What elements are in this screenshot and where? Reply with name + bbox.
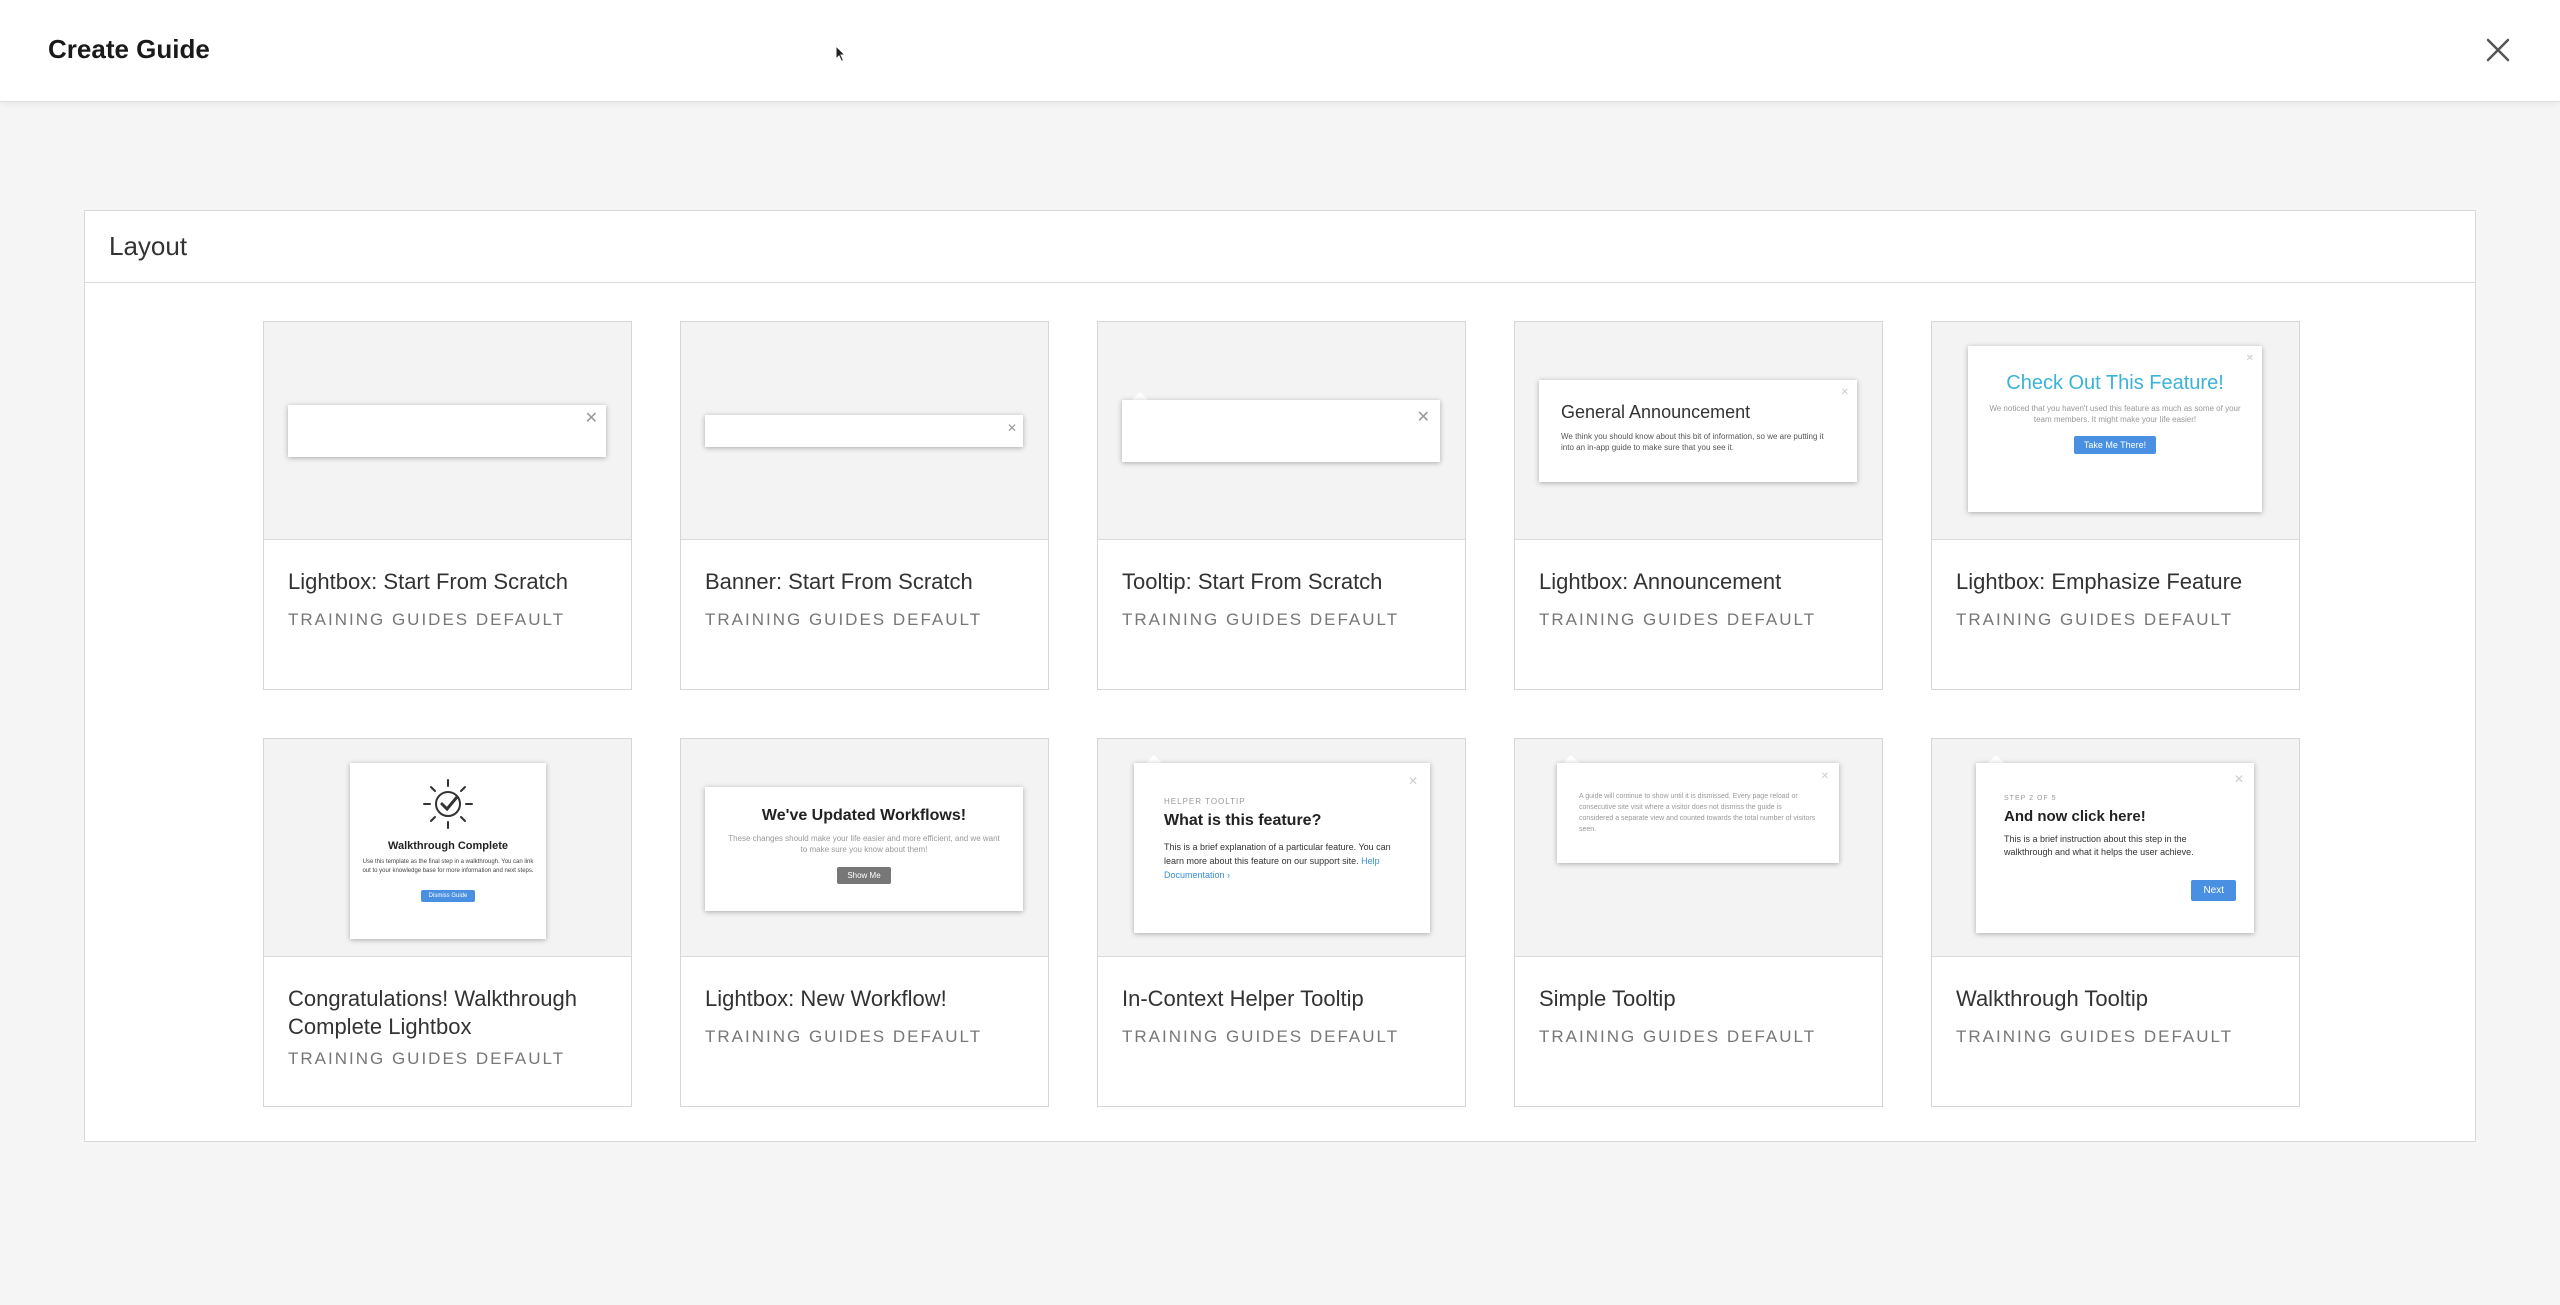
preview-eyebrow: STEP 2 OF 5 <box>2004 795 2057 802</box>
preview-body: We noticed that you haven't used this fe… <box>1989 404 2241 424</box>
top-header: Create Guide <box>0 0 2560 102</box>
preview-body: This is a brief instruction about this s… <box>2004 834 2194 857</box>
mouse-cursor-icon <box>835 45 847 63</box>
preview-title: We've Updated Workflows! <box>761 807 967 824</box>
card-title: Tooltip: Start From Scratch <box>1122 569 1383 594</box>
preview-title: General Announcement <box>1561 402 1751 422</box>
preview-walkthrough: ✕ STEP 2 OF 5 And now click here! This i… <box>1976 763 2254 933</box>
preview-title: Walkthrough Complete <box>388 840 508 852</box>
layout-panel: Layout ✕ Lightbox: Start From Scratch TR… <box>84 210 2476 1142</box>
template-card-tooltip-scratch[interactable]: ✕ Tooltip: Start From Scratch TRAINING G… <box>1097 321 1466 690</box>
preview-eyebrow: HELPER TOOLTIP <box>1164 797 1246 806</box>
tooltip-pointer <box>1988 755 2004 763</box>
template-card-announcement[interactable]: ✕ General Announcement We think you shou… <box>1514 321 1883 690</box>
template-preview: ✕ Check Out This Feature! We noticed tha… <box>1932 322 2299 540</box>
template-preview: ✕ <box>681 322 1048 540</box>
card-title: Lightbox: Start From Scratch <box>288 569 568 594</box>
preview-announcement: ✕ General Announcement We think you shou… <box>1539 380 1857 482</box>
preview-simple: ✕ A guide will continue to show until it… <box>1557 763 1839 863</box>
close-icon: ✕ <box>2233 772 2244 786</box>
card-subtitle: TRAINING GUIDES DEFAULT <box>1539 610 1817 629</box>
preview-button: Show Me <box>837 867 891 884</box>
template-preview: ✕ HELPER TOOLTIP What is this feature? T… <box>1098 739 1465 957</box>
close-icon: ✕ <box>1407 774 1418 788</box>
card-subtitle: TRAINING GUIDES DEFAULT <box>1122 610 1400 629</box>
card-subtitle: TRAINING GUIDES DEFAULT <box>1539 1027 1817 1046</box>
card-title: Banner: Start From Scratch <box>705 569 973 594</box>
preview-helper: ✕ HELPER TOOLTIP What is this feature? T… <box>1134 763 1430 933</box>
close-icon: ✕ <box>1416 409 1430 426</box>
checkmark-badge-icon <box>423 779 473 829</box>
card-title: Lightbox: Emphasize Feature <box>1956 569 2243 594</box>
template-preview: We've Updated Workflows! These changes s… <box>681 739 1048 957</box>
card-subtitle: TRAINING GUIDES DEFAULT <box>705 1027 983 1046</box>
layout-panel-header: Layout <box>85 211 2475 283</box>
preview-body: This is a brief explanation of a particu… <box>1164 842 1391 866</box>
close-icon: ✕ <box>584 410 598 427</box>
template-preview: ✕ STEP 2 OF 5 And now click here! This i… <box>1932 739 2299 957</box>
preview-body: Use this template as the final step in a… <box>362 859 534 874</box>
template-card-walkthrough-complete[interactable]: Walkthrough Complete Use this template a… <box>263 738 632 1107</box>
card-subtitle: TRAINING GUIDES DEFAULT <box>288 610 566 629</box>
preview-emphasize: ✕ Check Out This Feature! We noticed tha… <box>1968 346 2262 512</box>
preview-button: Next <box>2191 880 2236 901</box>
preview-button: Take Me There! <box>2073 436 2157 454</box>
preview-body: These changes should make your life easi… <box>728 834 1000 854</box>
preview-tooltip: ✕ <box>1122 400 1440 462</box>
close-icon: ✕ <box>1840 387 1849 398</box>
card-subtitle: TRAINING GUIDES DEFAULT <box>1122 1027 1400 1046</box>
card-subtitle: TRAINING GUIDES DEFAULT <box>288 1049 566 1068</box>
template-card-walkthrough-tooltip[interactable]: ✕ STEP 2 OF 5 And now click here! This i… <box>1931 738 2300 1107</box>
template-preview: ✕ General Announcement We think you shou… <box>1515 322 1882 540</box>
preview-complete: Walkthrough Complete Use this template a… <box>350 763 546 939</box>
page-title: Create Guide <box>48 34 210 64</box>
preview-title: Check Out This Feature! <box>2006 372 2224 394</box>
card-subtitle: TRAINING GUIDES DEFAULT <box>705 610 983 629</box>
card-title: In-Context Helper Tooltip <box>1122 986 1364 1011</box>
template-card-new-workflow[interactable]: We've Updated Workflows! These changes s… <box>680 738 1049 1107</box>
close-icon: ✕ <box>2245 353 2254 364</box>
card-title: Simple Tooltip <box>1539 986 1676 1011</box>
template-preview: ✕ <box>264 322 631 540</box>
layout-panel-title: Layout <box>109 231 188 261</box>
tooltip-pointer <box>1146 755 1162 763</box>
card-title: Walkthrough Tooltip <box>1956 986 2148 1011</box>
card-title: Lightbox: New Workflow! <box>705 986 947 1011</box>
template-preview: Walkthrough Complete Use this template a… <box>264 739 631 957</box>
preview-lightbox: ✕ <box>288 405 606 457</box>
preview-title: What is this feature? <box>1164 812 1322 829</box>
card-subtitle: TRAINING GUIDES DEFAULT <box>1956 610 2234 629</box>
preview-body: We think you should know about this bit … <box>1561 432 1824 452</box>
preview-title: And now click here! <box>2004 808 2146 825</box>
template-card-helper-tooltip[interactable]: ✕ HELPER TOOLTIP What is this feature? T… <box>1097 738 1466 1107</box>
close-icon: ✕ <box>1820 771 1829 782</box>
preview-button: Dismiss Guide <box>420 890 476 902</box>
preview-banner: ✕ <box>705 415 1023 447</box>
template-grid: ✕ Lightbox: Start From Scratch TRAINING … <box>263 321 2300 1107</box>
template-card-lightbox-scratch[interactable]: ✕ Lightbox: Start From Scratch TRAINING … <box>263 321 632 690</box>
card-title: Lightbox: Announcement <box>1539 569 1782 594</box>
template-card-simple-tooltip[interactable]: ✕ A guide will continue to show until it… <box>1514 738 1883 1107</box>
template-preview: ✕ <box>1098 322 1465 540</box>
preview-body: A guide will continue to show until it i… <box>1579 793 1816 833</box>
template-card-emphasize-feature[interactable]: ✕ Check Out This Feature! We noticed tha… <box>1931 321 2300 690</box>
preview-workflow: We've Updated Workflows! These changes s… <box>705 787 1023 911</box>
close-icon: ✕ <box>1006 421 1017 435</box>
tooltip-pointer <box>1132 392 1148 400</box>
template-card-banner-scratch[interactable]: ✕ Banner: Start From Scratch TRAINING GU… <box>680 321 1049 690</box>
card-title: Congratulations! Walkthrough Complete Li… <box>288 986 578 1039</box>
card-subtitle: TRAINING GUIDES DEFAULT <box>1956 1027 2234 1046</box>
close-icon[interactable] <box>2478 30 2518 70</box>
tooltip-pointer <box>1563 755 1579 763</box>
template-preview: ✕ A guide will continue to show until it… <box>1515 739 1882 957</box>
